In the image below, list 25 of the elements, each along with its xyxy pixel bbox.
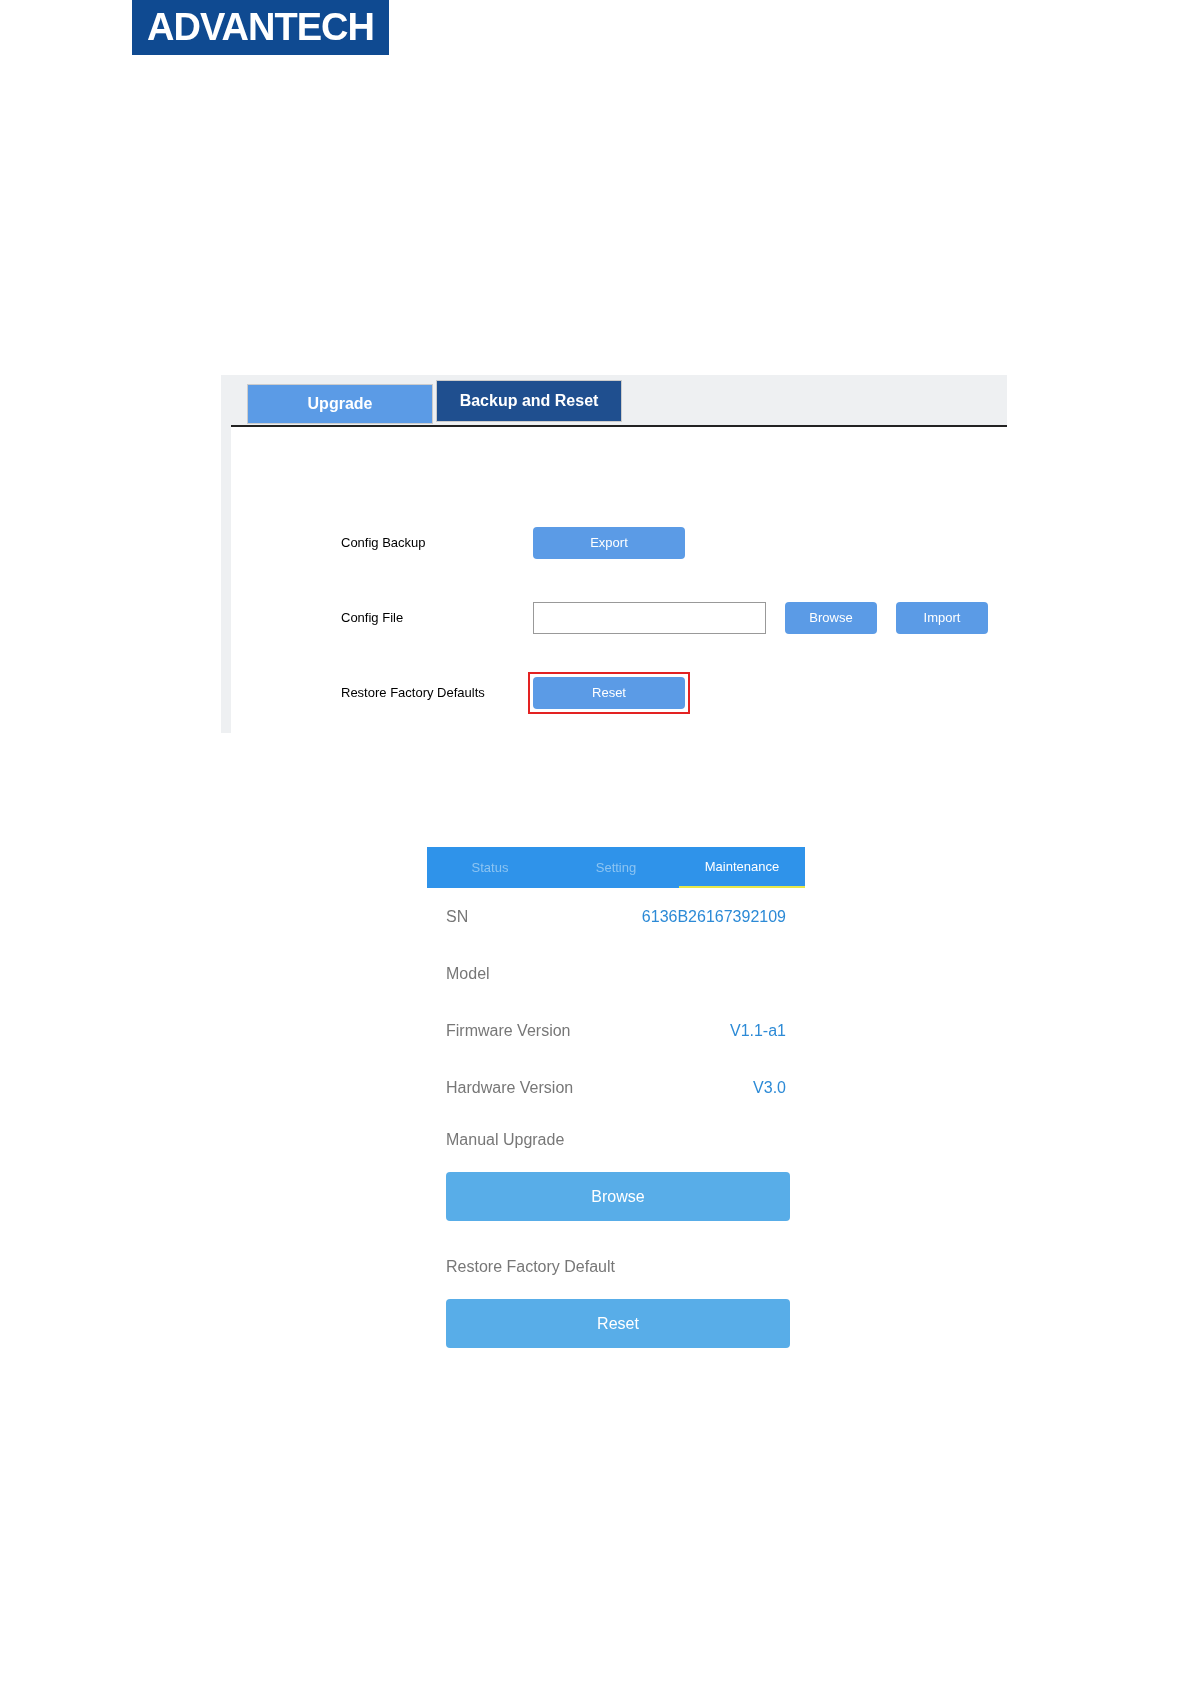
tab[interactable]: Upgrade xyxy=(247,384,433,424)
tab[interactable]: Setting xyxy=(553,847,679,888)
tab[interactable]: Status xyxy=(427,847,553,888)
action-button[interactable]: Import xyxy=(896,601,988,634)
action-button[interactable]: Browse xyxy=(446,1172,790,1221)
tab[interactable]: Maintenance xyxy=(679,847,805,888)
section-title: Manual Upgrade xyxy=(446,1130,566,1150)
tab[interactable]: Backup and Reset xyxy=(436,380,622,422)
action-button[interactable]: Reset xyxy=(533,676,685,709)
info-label: Model xyxy=(446,963,490,984)
info-value: 6136B26167392109 xyxy=(641,906,786,927)
section-title: Restore Factory Default xyxy=(446,1257,616,1277)
field-label: Config File xyxy=(341,608,405,627)
info-value: V3.0 xyxy=(753,1077,786,1098)
field-label: Config Backup xyxy=(341,533,427,552)
info-label: Hardware Version xyxy=(446,1077,574,1098)
action-button[interactable]: Browse xyxy=(785,601,877,634)
field-label: Restore Factory Defaults xyxy=(341,683,486,702)
action-button[interactable]: Reset xyxy=(446,1299,790,1348)
file-path-field[interactable] xyxy=(533,601,766,634)
info-value: V1.1-a1 xyxy=(729,1020,786,1041)
info-label: SN xyxy=(446,906,469,927)
info-label: Firmware Version xyxy=(446,1020,571,1041)
logo: ADVANTECH xyxy=(132,0,389,55)
action-button[interactable]: Export xyxy=(533,526,685,559)
